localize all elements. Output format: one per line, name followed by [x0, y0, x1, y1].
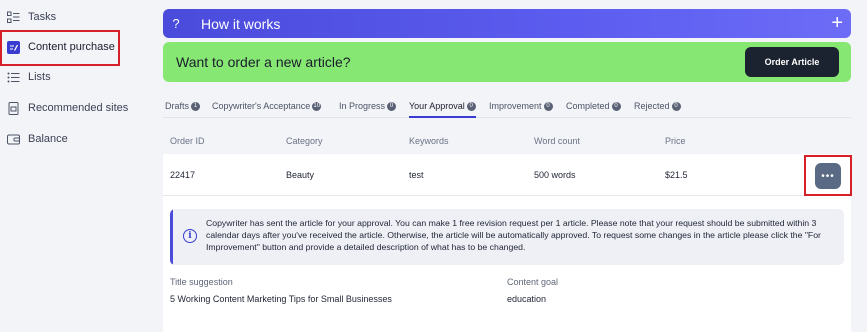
- tab-count-badge: 0: [466, 101, 476, 111]
- notice-text: Copywriter has sent the article for your…: [206, 218, 821, 252]
- tab-label: Your Approval: [409, 101, 465, 111]
- content-goal-label: Content goal: [507, 277, 559, 287]
- tab-label: In Progress: [339, 101, 386, 111]
- cell-order-id: 22417: [170, 170, 196, 180]
- status-tabs: Drafts 1 Copywriter's Acceptance 10 In P…: [163, 96, 851, 118]
- tab-copywriters-acceptance[interactable]: Copywriter's Acceptance 10: [212, 96, 322, 116]
- sidebar-item-tasks[interactable]: Tasks: [6, 6, 56, 28]
- tab-label: Improvement: [489, 101, 542, 111]
- more-options-button[interactable]: •••: [815, 163, 841, 189]
- tab-label: Rejected: [634, 101, 670, 111]
- header-order-id: Order ID: [170, 136, 205, 146]
- sidebar-item-label: Recommended sites: [28, 102, 129, 114]
- notice-accent-stripe: [170, 209, 173, 265]
- question-icon: ?: [172, 16, 180, 31]
- table-row[interactable]: 22417 Beauty test 500 words $21.5 •••: [163, 154, 852, 196]
- tab-in-progress[interactable]: In Progress 0: [339, 96, 397, 116]
- sidebar-item-balance[interactable]: Balance: [6, 128, 68, 150]
- cell-category: Beauty: [286, 170, 315, 180]
- title-suggestion-value: 5 Working Content Marketing Tips for Sma…: [170, 294, 392, 304]
- cell-word-count: 500 words: [534, 170, 576, 180]
- tab-drafts[interactable]: Drafts 1: [165, 96, 201, 116]
- header-price: Price: [665, 136, 686, 146]
- tab-rejected[interactable]: Rejected 0: [634, 96, 681, 116]
- tasks-icon: [6, 10, 20, 24]
- order-banner-text: Want to order a new article?: [176, 54, 351, 70]
- tab-your-approval[interactable]: Your Approval 0: [409, 96, 476, 118]
- recommended-sites-icon: [6, 101, 20, 115]
- sidebar-item-label: Balance: [28, 133, 68, 145]
- tab-improvement[interactable]: Improvement 0: [489, 96, 553, 116]
- main-content: ? How it works + Want to order a new art…: [150, 0, 867, 332]
- tab-count-badge: 1: [191, 101, 201, 111]
- content-goal-value: education: [507, 294, 547, 304]
- sidebar-item-label: Tasks: [28, 11, 57, 23]
- tab-count-badge: 10: [312, 101, 322, 111]
- tab-count-badge: 0: [611, 101, 621, 111]
- sidebar: Tasks Content purchase Lists Recommended…: [0, 0, 150, 332]
- how-it-works-bar[interactable]: ? How it works +: [163, 9, 851, 38]
- highlight-box-content-purchase: [0, 30, 120, 66]
- tab-count-badge: 0: [387, 101, 397, 111]
- cell-keywords: test: [409, 170, 424, 180]
- sidebar-item-label: Lists: [28, 71, 51, 83]
- tab-label: Drafts: [165, 101, 190, 111]
- approval-notice: i Copywriter has sent the article for yo…: [170, 209, 844, 265]
- table-header: Order ID Category Keywords Word count Pr…: [163, 128, 851, 154]
- order-article-banner: Want to order a new article? Order Artic…: [163, 42, 851, 82]
- tab-label: Completed: [566, 101, 610, 111]
- sidebar-item-recommended-sites[interactable]: Recommended sites: [6, 97, 128, 119]
- header-keywords: Keywords: [409, 136, 449, 146]
- header-category: Category: [286, 136, 323, 146]
- expand-plus-icon[interactable]: +: [831, 12, 843, 34]
- cell-price: $21.5: [665, 170, 688, 180]
- tab-count-badge: 0: [543, 101, 553, 111]
- how-it-works-title: How it works: [201, 15, 281, 32]
- order-article-button[interactable]: Order Article: [745, 47, 839, 77]
- wallet-icon: [6, 132, 20, 146]
- header-word-count: Word count: [534, 136, 580, 146]
- sidebar-item-lists[interactable]: Lists: [6, 66, 51, 88]
- tab-count-badge: 0: [671, 101, 681, 111]
- tab-completed[interactable]: Completed 0: [566, 96, 621, 116]
- tab-label: Copywriter's Acceptance: [212, 101, 311, 111]
- info-icon: i: [183, 229, 197, 243]
- title-suggestion-label: Title suggestion: [170, 277, 233, 287]
- lists-icon: [6, 70, 20, 84]
- order-card: 22417 Beauty test 500 words $21.5 ••• i …: [163, 154, 852, 332]
